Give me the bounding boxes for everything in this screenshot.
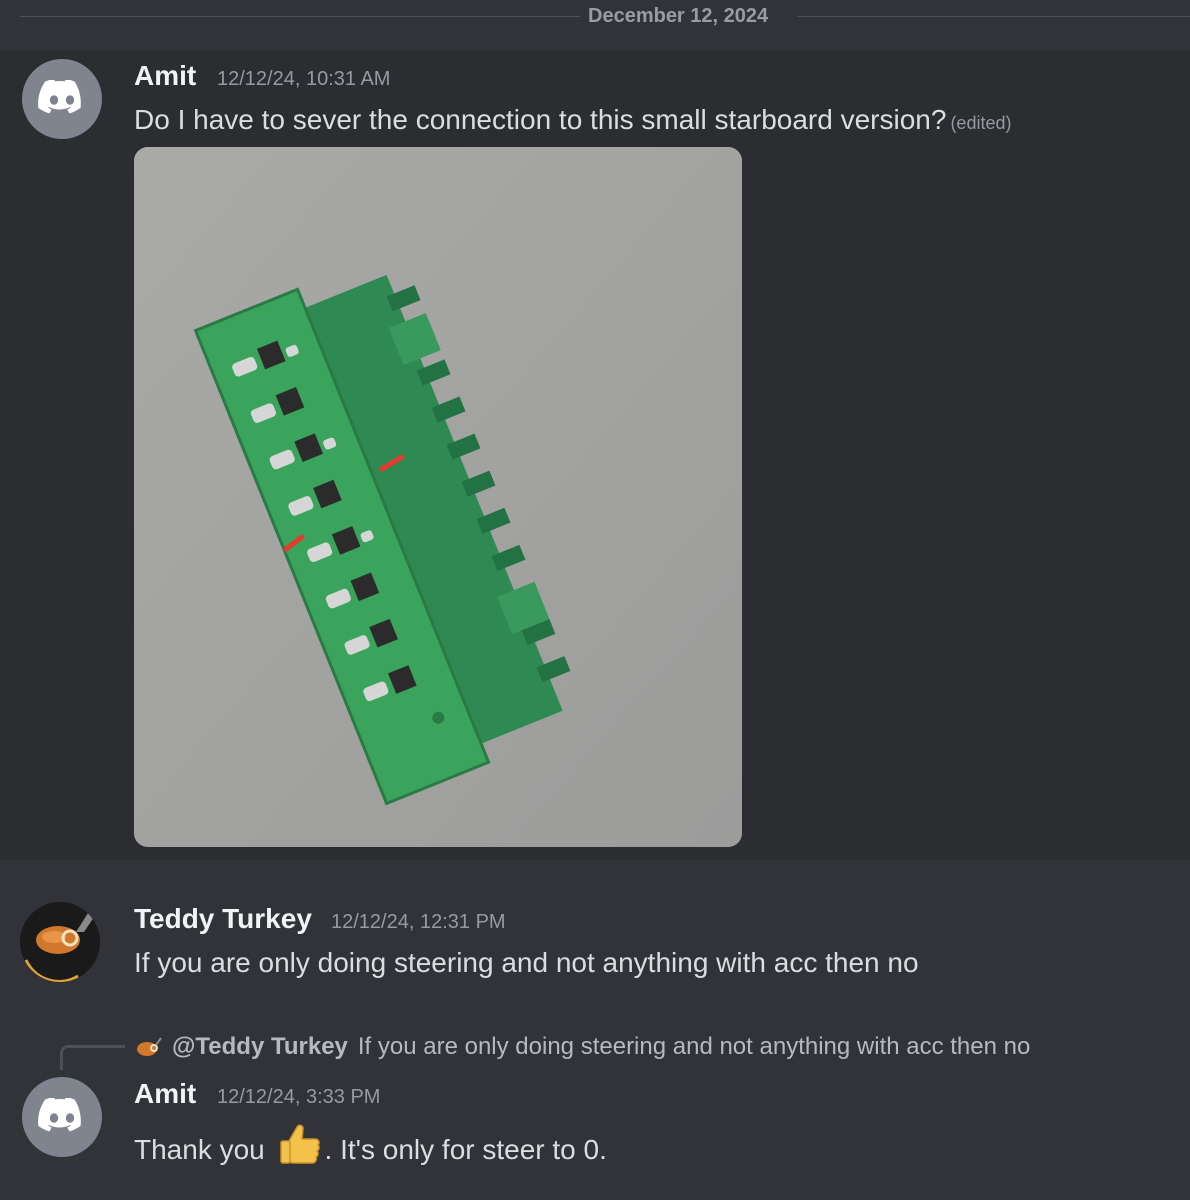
reply-mention[interactable]: @Teddy Turkey bbox=[172, 1033, 348, 1061]
author-name[interactable]: Amit bbox=[134, 60, 196, 92]
avatar[interactable] bbox=[22, 1077, 102, 1157]
turkey-avatar-icon bbox=[20, 902, 100, 982]
message-timestamp[interactable]: 12/12/24, 12:31 PM bbox=[331, 911, 506, 934]
message-content: Thank you . It's only for steer to 0. bbox=[134, 1121, 607, 1169]
image-attachment[interactable] bbox=[134, 147, 742, 847]
discord-logo-icon bbox=[38, 80, 81, 114]
message-content: Do I have to sever the connection to thi… bbox=[134, 104, 1011, 136]
message-timestamp[interactable]: 12/12/24, 10:31 AM bbox=[217, 68, 390, 91]
reply-reference[interactable]: @Teddy Turkey If you are only doing stee… bbox=[134, 1030, 1030, 1064]
turkey-small-icon bbox=[137, 1037, 162, 1056]
reply-spine bbox=[60, 1045, 125, 1070]
avatar[interactable] bbox=[20, 902, 100, 982]
divider-line-left bbox=[20, 16, 580, 17]
message-text: If you are only doing steering and not a… bbox=[134, 947, 919, 978]
divider-line-right bbox=[797, 16, 1190, 17]
message-text-before-emoji: Thank you bbox=[134, 1134, 265, 1165]
date-divider-text: December 12, 2024 bbox=[588, 5, 769, 27]
avatar[interactable] bbox=[22, 59, 102, 139]
message-text-after-emoji: . It's only for steer to 0. bbox=[324, 1134, 607, 1165]
thumbs-up-icon bbox=[279, 1124, 320, 1164]
message-text: Do I have to sever the connection to thi… bbox=[134, 104, 947, 135]
author-name[interactable]: Amit bbox=[134, 1078, 196, 1110]
author-name[interactable]: Teddy Turkey bbox=[134, 903, 312, 935]
edited-label: (edited) bbox=[950, 113, 1012, 133]
message-timestamp[interactable]: 12/12/24, 3:33 PM bbox=[217, 1086, 380, 1109]
pcb-connector-photo bbox=[134, 147, 742, 847]
date-divider: December 12, 2024 bbox=[0, 0, 1190, 32]
discord-logo-icon bbox=[38, 1098, 81, 1132]
reply-preview-text[interactable]: If you are only doing steering and not a… bbox=[358, 1033, 1030, 1061]
